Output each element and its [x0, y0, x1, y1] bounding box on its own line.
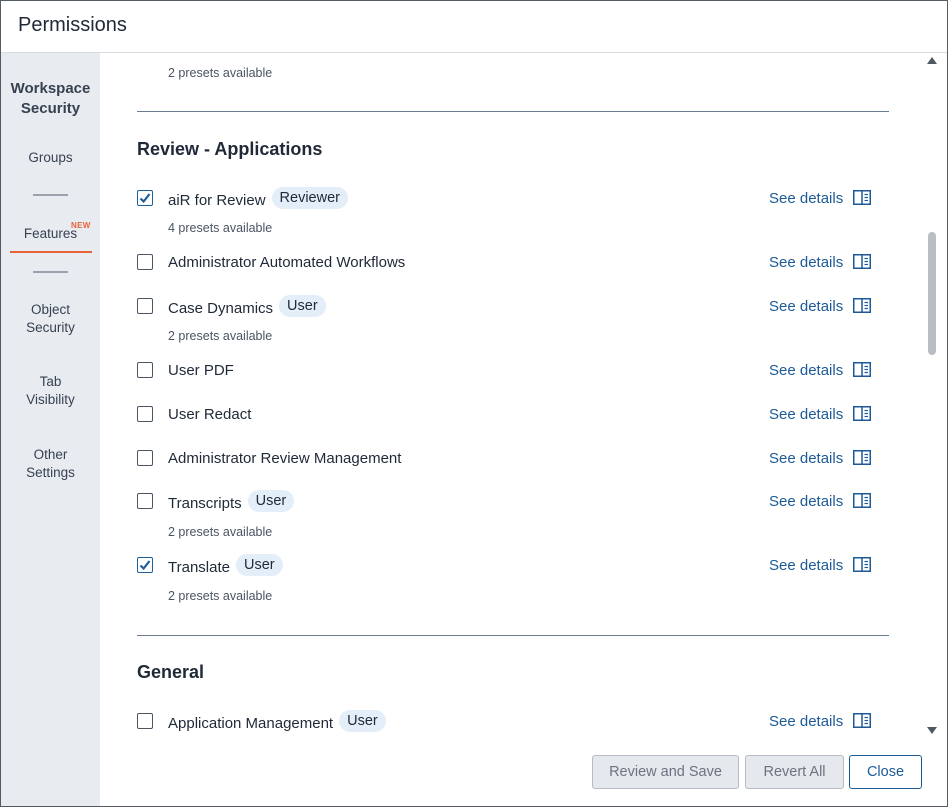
section-title-general: General [137, 662, 205, 682]
feature-row-user-pdf: User PDF See details [137, 358, 889, 384]
scroll-up-arrow-icon[interactable] [927, 57, 937, 64]
sidebar: Workspace Security Groups Features NEW O… [1, 53, 100, 806]
side-panel-icon[interactable] [853, 557, 871, 572]
dialog-footer: Review and Save Revert All Close [101, 739, 947, 806]
presets-count: 2 presets available [168, 66, 273, 80]
revert-all-button[interactable]: Revert All [745, 755, 844, 789]
feature-label: Case Dynamics [168, 300, 274, 317]
feature-row-admin-review-management: Administrator Review Management See deta… [137, 446, 889, 472]
feature-label: User PDF [168, 362, 234, 379]
see-details-link[interactable]: See details [769, 362, 843, 379]
side-panel-icon[interactable] [853, 254, 871, 269]
role-pill[interactable]: User [235, 554, 283, 576]
feature-checkbox[interactable] [137, 298, 153, 314]
checkmark-icon [139, 560, 151, 571]
see-details-link[interactable]: See details [769, 713, 843, 730]
role-pill[interactable]: User [279, 295, 326, 317]
presets-count: 2 presets available [168, 589, 273, 603]
side-panel-icon[interactable] [853, 190, 871, 205]
sidebar-item-tab-visibility[interactable]: Tab Visibility [1, 373, 100, 409]
sidebar-item-object-security[interactable]: Object Security [1, 301, 100, 337]
vertical-scrollbar[interactable] [922, 53, 942, 739]
section-title-review-applications: Review - Applications [137, 139, 323, 159]
sidebar-separator [33, 194, 68, 196]
see-details-link[interactable]: See details [769, 190, 843, 207]
checkmark-icon [139, 193, 151, 204]
title-bar: Permissions [1, 1, 947, 53]
see-details-link[interactable]: See details [769, 557, 843, 574]
feature-row-application-management: Application Management User See details [137, 709, 889, 735]
feature-row-transcripts: Transcripts User See details [137, 489, 889, 515]
close-button[interactable]: Close [849, 755, 922, 789]
feature-label: Translate [168, 559, 230, 576]
sidebar-separator [33, 271, 68, 273]
see-details-link[interactable]: See details [769, 298, 843, 315]
section-divider [137, 635, 889, 636]
feature-row-air-for-review: aiR for Review Reviewer See details [137, 186, 889, 212]
side-panel-icon[interactable] [853, 362, 871, 377]
feature-checkbox[interactable] [137, 406, 153, 422]
review-and-save-button[interactable]: Review and Save [592, 755, 739, 789]
see-details-link[interactable]: See details [769, 254, 843, 271]
sidebar-heading: Workspace Security [10, 80, 91, 117]
active-tab-indicator [10, 251, 92, 253]
feature-row-translate: Translate User See details [137, 553, 889, 579]
feature-row-user-redact: User Redact See details [137, 402, 889, 428]
feature-label: Application Management [168, 715, 334, 732]
feature-label: Transcripts [168, 495, 242, 512]
new-badge: NEW [71, 221, 91, 230]
side-panel-icon[interactable] [853, 406, 871, 421]
feature-label: User Redact [168, 406, 252, 423]
scroll-down-arrow-icon[interactable] [927, 727, 937, 734]
presets-count: 2 presets available [168, 525, 273, 539]
sidebar-item-groups[interactable]: Groups [1, 149, 100, 167]
permissions-dialog: Permissions Workspace Security Groups Fe… [0, 0, 948, 807]
feature-label: Administrator Review Management [168, 450, 402, 467]
feature-checkbox[interactable] [137, 254, 153, 270]
features-panel: 2 presets available Review - Application… [101, 53, 921, 739]
see-details-link[interactable]: See details [769, 406, 843, 423]
feature-row-case-dynamics: Case Dynamics User See details [137, 294, 889, 320]
feature-checkbox[interactable] [137, 557, 153, 573]
feature-label: aiR for Review [168, 192, 266, 209]
see-details-link[interactable]: See details [769, 450, 843, 467]
role-pill[interactable]: Reviewer [271, 187, 348, 209]
presets-count: 4 presets available [168, 221, 273, 235]
section-divider [137, 111, 889, 112]
side-panel-icon[interactable] [853, 298, 871, 313]
scroll-thumb[interactable] [928, 232, 936, 355]
feature-checkbox[interactable] [137, 362, 153, 378]
feature-checkbox[interactable] [137, 190, 153, 206]
feature-checkbox[interactable] [137, 713, 153, 729]
role-pill[interactable]: User [339, 710, 386, 732]
sidebar-item-other-settings[interactable]: Other Settings [1, 446, 100, 482]
role-pill[interactable]: User [247, 490, 295, 512]
dialog-title: Permissions [18, 14, 127, 36]
feature-label: Administrator Automated Workflows [168, 254, 406, 271]
feature-checkbox[interactable] [137, 493, 153, 509]
side-panel-icon[interactable] [853, 450, 871, 465]
see-details-link[interactable]: See details [769, 493, 843, 510]
side-panel-icon[interactable] [853, 493, 871, 508]
presets-count: 2 presets available [168, 329, 273, 343]
feature-checkbox[interactable] [137, 450, 153, 466]
feature-row-admin-automated-workflows: Administrator Automated Workflows See de… [137, 250, 889, 276]
side-panel-icon[interactable] [853, 713, 871, 728]
